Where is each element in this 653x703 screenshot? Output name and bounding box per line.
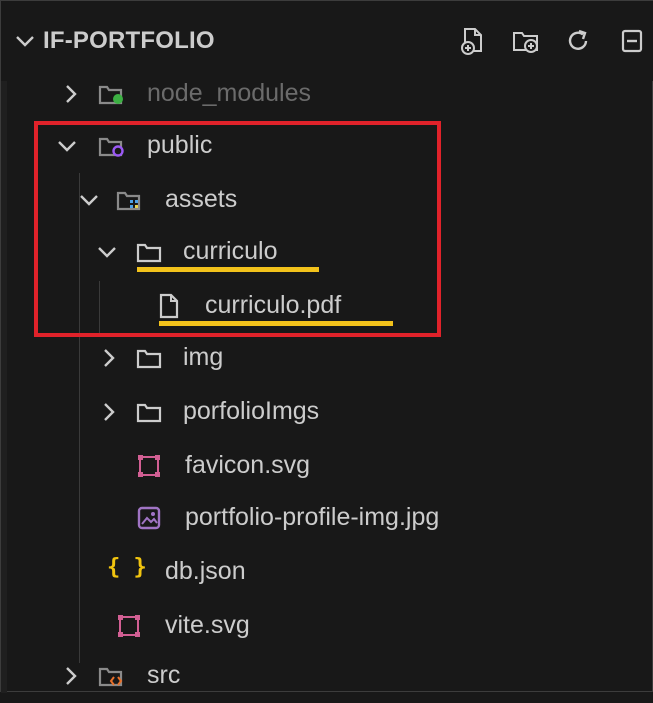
tree-item-porfolioimgs[interactable]: porfolioImgs: [1, 385, 653, 439]
chevron-down-icon: [80, 195, 98, 206]
folder-icon: [136, 403, 162, 423]
src-folder-icon: [98, 667, 123, 687]
collapse-all-icon: [621, 29, 643, 53]
tree-item-curriculo-pdf[interactable]: curriculo.pdf: [1, 279, 653, 333]
new-folder-icon: [513, 32, 538, 53]
assets-folder-icon: [116, 191, 141, 211]
collapse-all-button[interactable]: [614, 23, 650, 59]
tree-item-label: favicon.svg: [185, 451, 311, 479]
refresh-button[interactable]: [560, 23, 596, 59]
chevron-right-icon: [66, 667, 77, 685]
tree-item-label: curriculo.pdf: [205, 291, 342, 319]
chevron-right-icon: [104, 349, 115, 367]
workspace-title: IF-PORTFOLIO: [43, 27, 215, 54]
tree-item-profile-img[interactable]: portfolio-profile-img.jpg: [1, 491, 653, 545]
refresh-icon: [568, 29, 588, 50]
tree-item-label: public: [147, 131, 213, 159]
file-icon: [159, 293, 179, 319]
tree-item-public[interactable]: public: [1, 119, 653, 173]
tree-item-label: portfolio-profile-img.jpg: [185, 503, 440, 531]
svg-file-icon: [118, 615, 140, 637]
node-folder-icon: [98, 85, 123, 105]
folder-icon: [136, 349, 162, 369]
svg-file-icon: [138, 455, 160, 477]
chevron-right-icon: [66, 85, 77, 103]
tree-item-label: curriculo: [183, 237, 278, 265]
tree-item-favicon[interactable]: favicon.svg: [1, 439, 653, 493]
tree-item-label: db.json: [165, 557, 246, 585]
tree-item-assets[interactable]: assets: [1, 173, 653, 227]
image-file-icon: [137, 506, 161, 530]
new-file-icon: [461, 28, 482, 55]
tree-item-label: vite.svg: [165, 611, 250, 639]
tree-item-label: img: [183, 343, 224, 371]
tree-item-label: src: [147, 661, 181, 689]
tree-item-img[interactable]: img: [1, 331, 653, 385]
public-folder-icon: [98, 137, 124, 157]
explorer-panel: IF-PORTFOLIO node_modules public assets …: [0, 0, 653, 693]
tree-item-label: assets: [165, 185, 238, 213]
tree-item-label: node_modules: [147, 79, 312, 107]
tree-item-node-modules[interactable]: node_modules: [1, 67, 653, 121]
tree-item-label: porfolioImgs: [183, 397, 320, 425]
chevron-down-icon: [98, 247, 116, 258]
new-folder-button[interactable]: [508, 23, 544, 59]
tree-item-src[interactable]: src: [1, 649, 653, 703]
json-file-icon: { }: [107, 555, 147, 580]
folder-icon: [136, 243, 162, 263]
tree-item-vite-svg[interactable]: vite.svg: [1, 599, 653, 653]
chevron-right-icon: [104, 403, 115, 421]
tree-item-db-json[interactable]: { } db.json: [1, 545, 653, 599]
new-file-button[interactable]: [455, 23, 491, 59]
chevron-down-icon: [58, 141, 76, 152]
tree-item-curriculo-folder[interactable]: curriculo: [1, 225, 653, 279]
chevron-down-icon[interactable]: [13, 29, 37, 53]
